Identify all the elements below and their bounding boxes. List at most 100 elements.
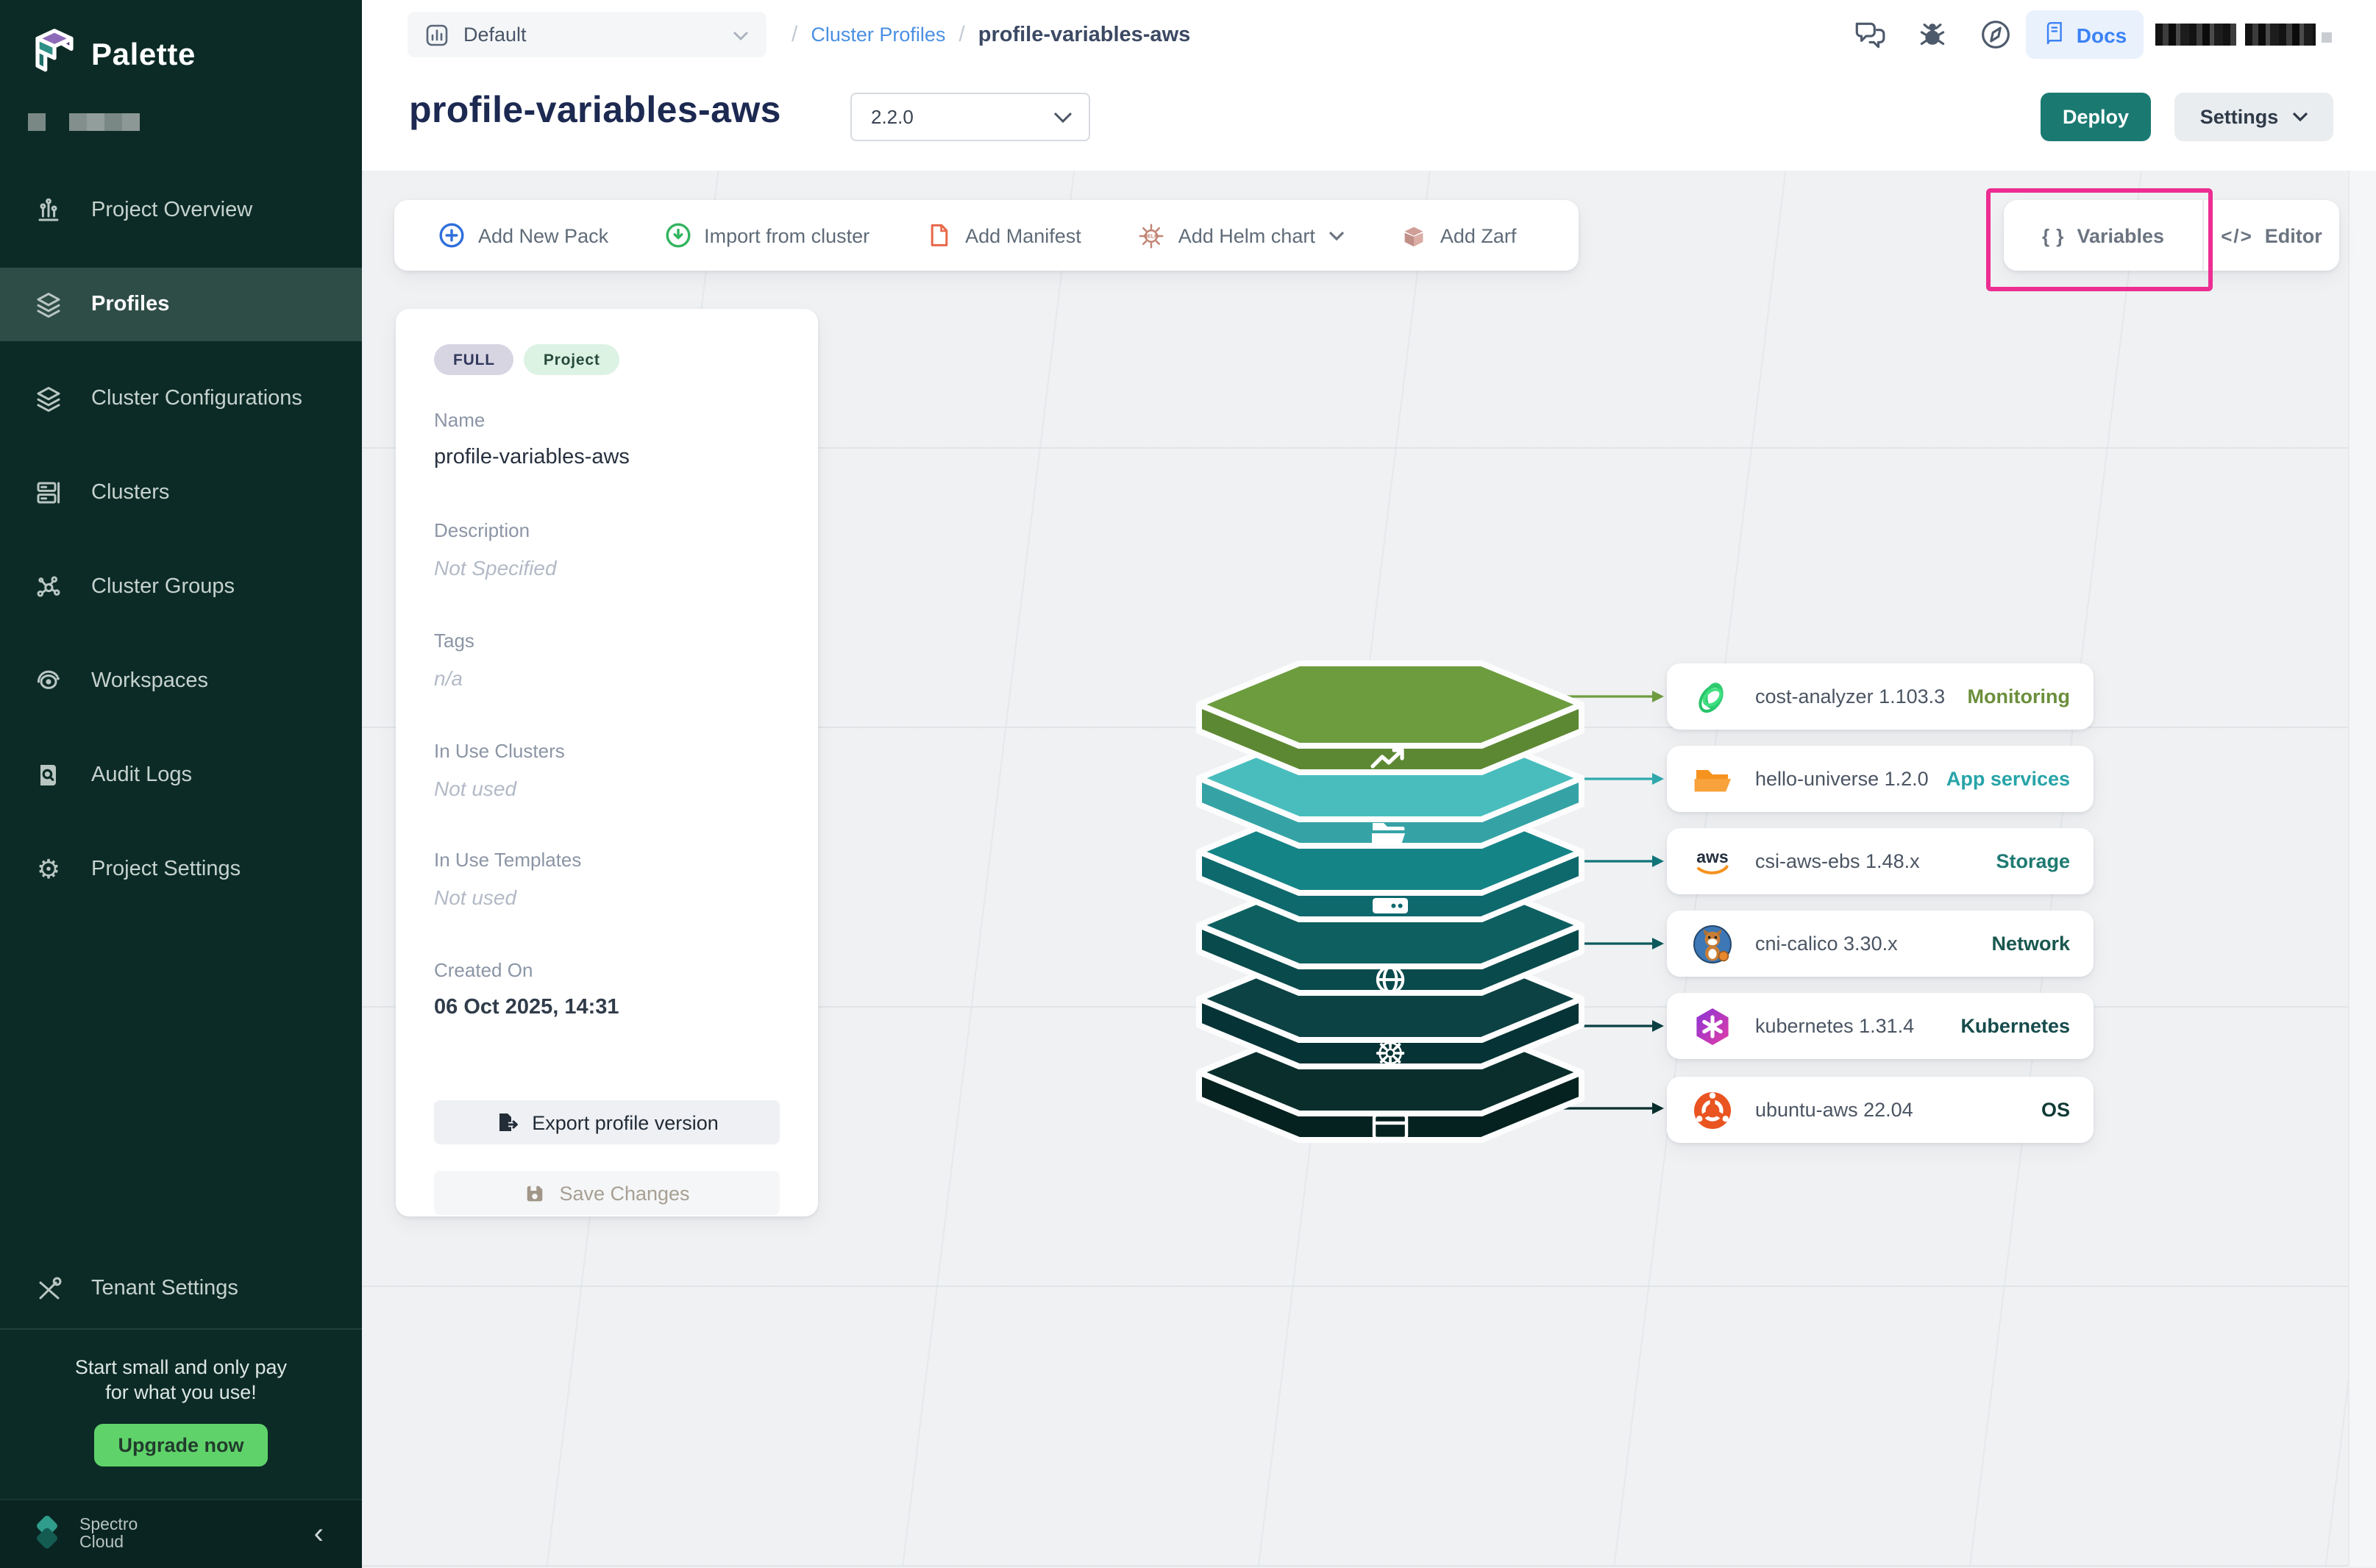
sidebar-item-label: Profiles: [91, 293, 169, 316]
pack-row-cni-calico[interactable]: cni-calico 3.30.x Network: [1667, 910, 2094, 977]
file-export-icon: [495, 1111, 519, 1134]
variables-tab[interactable]: { } Variables: [2004, 200, 2204, 271]
kubecost-icon: [1690, 674, 1735, 719]
palette-logo-icon: [32, 26, 77, 84]
sidebar: Palette Project Overview Profiles Cluste…: [0, 0, 362, 1567]
sidebar-item-label: Cluster Groups: [91, 575, 235, 599]
sidebar-nav: Project Overview Profiles Cluster Config…: [0, 163, 362, 916]
sidebar-item-workspaces[interactable]: Workspaces: [0, 634, 362, 728]
pack-row-kubernetes[interactable]: kubernetes 1.31.4 Kubernetes: [1667, 993, 2094, 1059]
version-select[interactable]: 2.2.0: [850, 93, 1090, 141]
field-label-tags: Tags: [434, 630, 780, 652]
sidebar-item-profiles[interactable]: Profiles: [0, 257, 362, 352]
sidebar-item-cluster-groups[interactable]: Cluster Groups: [0, 540, 362, 634]
redacted-block: [69, 113, 140, 131]
field-label-in-use-clusters: In Use Clusters: [434, 740, 780, 762]
breadcrumb-link-cluster-profiles[interactable]: Cluster Profiles: [811, 24, 945, 46]
compass-help-icon[interactable]: [1979, 18, 2013, 51]
editor-tab[interactable]: </> Editor: [2204, 200, 2339, 271]
scrollbar[interactable]: [2348, 171, 2376, 1567]
add-new-pack-button[interactable]: Add New Pack: [438, 222, 608, 249]
breadcrumb: / Cluster Profiles / profile-variables-a…: [792, 0, 1190, 69]
stack-icon: [32, 382, 65, 415]
field-value-created-on: 06 Oct 2025, 14:31: [434, 996, 780, 1019]
bar-chart-icon: [32, 194, 65, 227]
aws-icon: aws: [1690, 839, 1735, 883]
project-scope-icon: [425, 23, 449, 46]
spectro-cloud-wordmark: Spectro Cloud: [79, 1516, 138, 1553]
chevron-down-icon: [2291, 112, 2308, 122]
add-manifest-button[interactable]: Add Manifest: [925, 222, 1081, 249]
svg-text:aws: aws: [1696, 847, 1728, 866]
svg-text:HELM: HELM: [1144, 233, 1159, 239]
zarf-box-icon: [1401, 222, 1427, 249]
code-icon: </>: [2221, 224, 2253, 246]
braces-icon: { }: [2042, 224, 2065, 246]
project-selector[interactable]: Default: [408, 12, 766, 57]
field-value-in-use-templates: Not used: [434, 885, 780, 909]
field-label-description: Description: [434, 519, 780, 541]
promo-line-2: for what you use!: [0, 1380, 362, 1405]
field-label-in-use-templates: In Use Templates: [434, 849, 780, 871]
sidebar-item-label: Clusters: [91, 481, 169, 505]
pack-category: Kubernetes: [1960, 1015, 2070, 1037]
deploy-button[interactable]: Deploy: [2041, 93, 2151, 141]
stack-layer-monitoring[interactable]: [1199, 663, 1582, 772]
chevron-down-icon: [733, 21, 749, 48]
pack-row-ubuntu-aws[interactable]: ubuntu-aws 22.04 OS: [1667, 1077, 2094, 1143]
settings-label: Settings: [2200, 106, 2279, 128]
docs-label: Docs: [2077, 23, 2127, 46]
sidebar-item-label: Tenant Settings: [91, 1277, 238, 1300]
field-value-description: Not Specified: [434, 556, 780, 580]
profile-type-badge: FULL: [434, 344, 514, 375]
add-zarf-button[interactable]: Add Zarf: [1401, 222, 1517, 249]
save-changes-button[interactable]: Save Changes: [434, 1171, 780, 1215]
palette-logo[interactable]: Palette: [32, 26, 196, 84]
kubernetes-icon: [1690, 1004, 1735, 1048]
sidebar-bottom-nav: Tenant Settings: [0, 1241, 362, 1336]
redacted-block: [28, 113, 46, 131]
ubuntu-icon: [1690, 1088, 1735, 1132]
sidebar-item-label: Audit Logs: [91, 763, 192, 787]
user-menu-caret[interactable]: [2322, 32, 2332, 43]
upgrade-now-button[interactable]: Upgrade now: [94, 1424, 268, 1467]
sidebar-item-tenant-settings[interactable]: Tenant Settings: [0, 1241, 362, 1336]
calico-icon: [1690, 922, 1735, 966]
sidebar-item-project-settings[interactable]: ⚙ Project Settings: [0, 822, 362, 916]
field-value-name: profile-variables-aws: [434, 446, 780, 469]
docs-button[interactable]: Docs: [2026, 10, 2144, 59]
server-icon: [32, 477, 65, 509]
bug-report-icon[interactable]: [1916, 18, 1949, 51]
sidebar-item-audit-logs[interactable]: Audit Logs: [0, 728, 362, 822]
feedback-chat-icon[interactable]: [1852, 18, 1886, 51]
main-content: Add New Pack Import from cluster Add Man…: [362, 171, 2376, 1567]
pack-category: Storage: [1996, 850, 2070, 872]
pack-row-cost-analyzer[interactable]: cost-analyzer 1.103.3 Monitoring: [1667, 663, 2094, 730]
manifest-file-icon: [925, 222, 952, 249]
book-icon: [2043, 21, 2066, 49]
sidebar-item-project-overview[interactable]: Project Overview: [0, 163, 362, 257]
profile-layer-stack: ☸: [1184, 649, 1670, 1149]
import-from-cluster-button[interactable]: Import from cluster: [664, 222, 869, 249]
user-name-redacted[interactable]: [2155, 24, 2236, 46]
app-window: Palette Project Overview Profiles Cluste…: [0, 0, 2376, 1567]
export-profile-version-button[interactable]: Export profile version: [434, 1100, 780, 1144]
sidebar-item-label: Cluster Configurations: [91, 387, 302, 410]
sidebar-item-clusters[interactable]: Clusters: [0, 446, 362, 540]
sidebar-item-cluster-configurations[interactable]: Cluster Configurations: [0, 352, 362, 446]
sidebar-footer: Spectro Cloud ‹: [0, 1499, 362, 1568]
user-name-redacted[interactable]: [2245, 24, 2316, 46]
profile-info-card: FULL Project Name profile-variables-aws …: [396, 309, 818, 1216]
pack-row-csi-aws-ebs[interactable]: aws csi-aws-ebs 1.48.x Storage: [1667, 828, 2094, 894]
upgrade-promo: Start small and only pay for what you us…: [0, 1328, 362, 1467]
add-helm-chart-button[interactable]: HELM Add Helm chart: [1137, 221, 1345, 249]
top-header: Default / Cluster Profiles / profile-var…: [362, 0, 2376, 171]
settings-button[interactable]: Settings: [2174, 93, 2333, 141]
collapse-sidebar-icon[interactable]: ‹: [314, 1517, 324, 1551]
pack-row-hello-universe[interactable]: hello-universe 1.2.0 App services: [1667, 746, 2094, 812]
save-icon: [524, 1182, 546, 1204]
sidebar-item-label: Workspaces: [91, 669, 208, 693]
field-label-name: Name: [434, 409, 780, 431]
pack-category: App services: [1946, 768, 2070, 790]
download-circle-icon: [664, 222, 691, 249]
